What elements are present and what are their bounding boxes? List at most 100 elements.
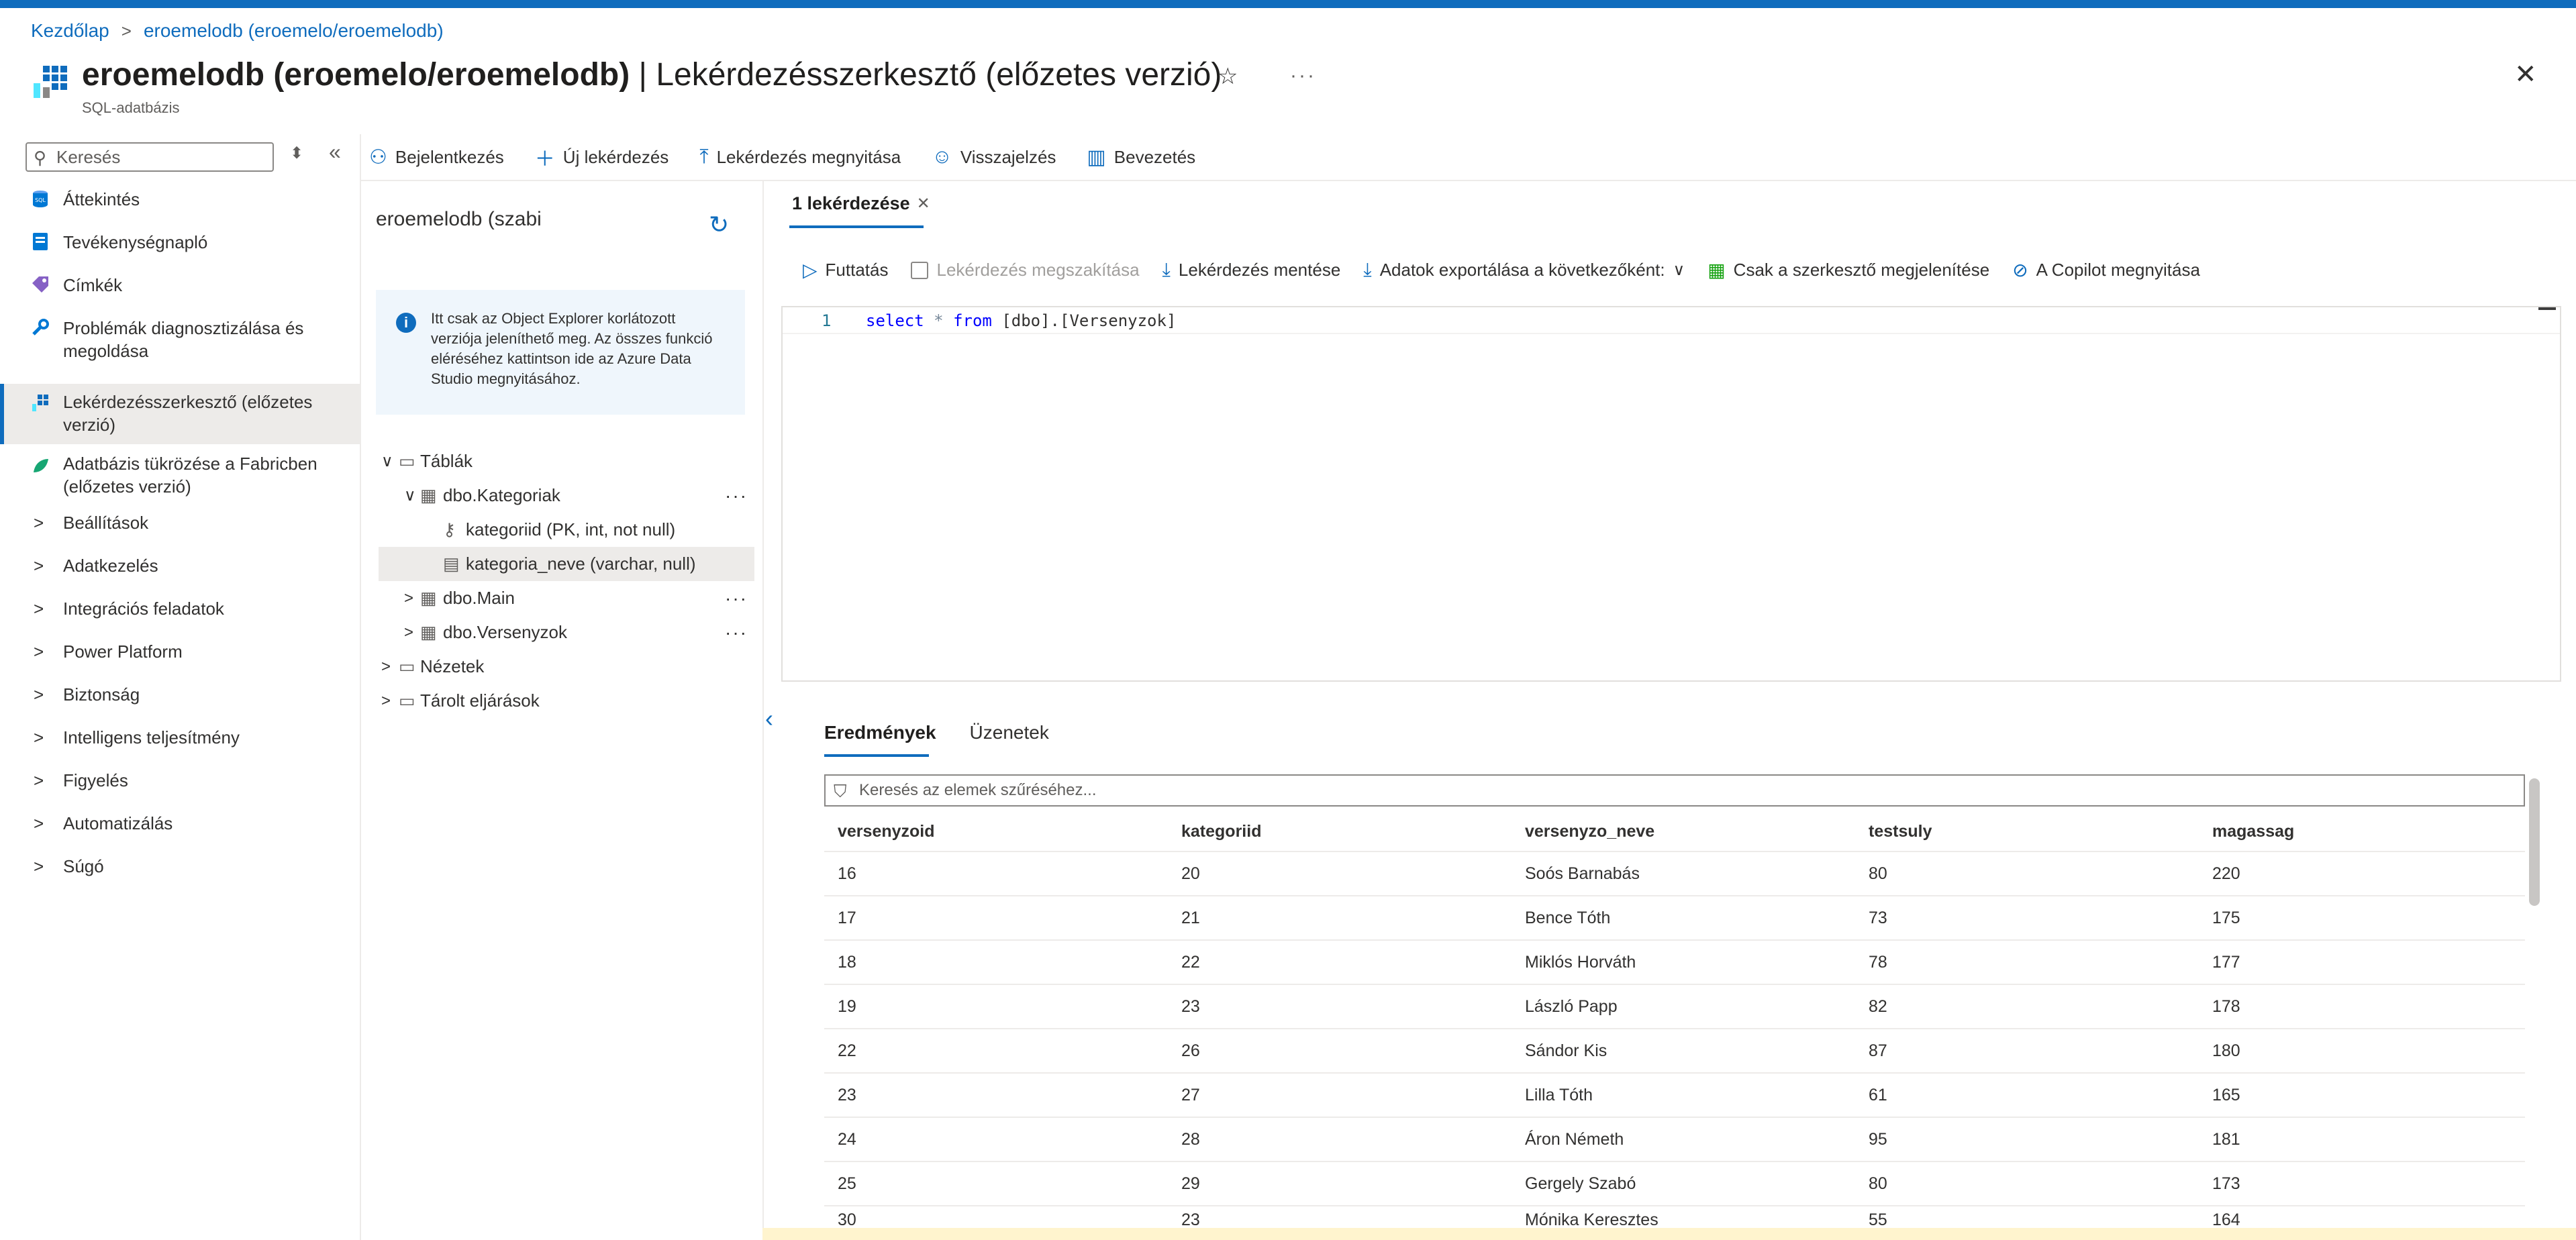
table-row[interactable]: 16 20 Soós Barnabás 80 220 (824, 852, 2525, 896)
run-button[interactable]: ▷ Futtatás (803, 259, 888, 281)
close-icon[interactable]: ✕ (2514, 59, 2537, 90)
column-header[interactable]: versenyzo_neve (1525, 812, 1654, 851)
tab-messages[interactable]: Üzenetek (970, 722, 1049, 743)
download-icon: ⤓ (1363, 259, 1372, 280)
nav-item-security[interactable]: > Biztonság (0, 683, 360, 726)
tree-node-column-kategoria-neve[interactable]: ▤ kategoria_neve (varchar, null) (379, 547, 754, 581)
results-scrollbar[interactable] (2529, 778, 2540, 906)
nav-item-label: Áttekintés (63, 189, 140, 209)
query-tab[interactable]: 1 lekérdezése ✕ (792, 193, 930, 214)
copilot-button[interactable]: ⊘ A Copilot megnyitása (2012, 259, 2200, 281)
stop-icon (911, 261, 929, 279)
login-button[interactable]: ⚇ Bejelentkezés (369, 146, 504, 169)
nav-item-label: Automatizálás (63, 813, 173, 833)
cancel-query-button[interactable]: Lekérdezés megszakítása (911, 260, 1140, 280)
activity-log-icon (33, 233, 48, 250)
favorite-star-icon[interactable]: ☆ (1218, 63, 1238, 90)
breadcrumb-current[interactable]: eroemelodb (eroemelo/eroemelodb) (144, 20, 444, 42)
table-row[interactable]: 25 29 Gergely Szabó 80 173 (824, 1162, 2525, 1206)
column-header[interactable]: magassag (2212, 812, 2294, 851)
table-row[interactable]: 22 26 Sándor Kis 87 180 (824, 1029, 2525, 1074)
nav-item-fabric-mirroring[interactable]: Adatbázis tükrözése a Fabricben (előzete… (0, 444, 360, 511)
tree-node-main[interactable]: > ▦ dbo.Main ··· (379, 581, 754, 615)
column-header[interactable]: testsuly (1869, 812, 1932, 851)
sort-icon[interactable]: ⬍ (290, 144, 303, 163)
nav-item-query-editor[interactable]: Lekérdezésszerkesztő (előzetes verzió) (0, 384, 360, 444)
folder-icon: ▭ (399, 690, 415, 711)
editor-toolbar: ▷ Futtatás Lekérdezés megszakítása ⤓ Lekér… (803, 259, 2200, 281)
chevron-right-icon: > (381, 691, 391, 710)
feedback-button[interactable]: ☺ Visszajelzés (932, 146, 1056, 168)
folder-icon: ▭ (399, 656, 415, 676)
open-query-button[interactable]: ⤒ Lekérdezés megnyitása (699, 146, 901, 168)
download-icon: ⤓ (1162, 259, 1171, 280)
more-options-icon[interactable]: ··· (1290, 64, 1316, 87)
table-row[interactable]: 24 28 Áron Németh 95 181 (824, 1118, 2525, 1162)
chevron-right-icon: > (34, 513, 44, 533)
nav-item-label: Súgó (63, 856, 104, 876)
tree-node-procedures[interactable]: > ▭ Tárolt eljárások (379, 684, 754, 718)
nav-item-label: Figyelés (63, 770, 128, 790)
nav-item-automation[interactable]: > Automatizálás (0, 812, 360, 855)
chevron-left-icon[interactable]: ‹ (765, 705, 773, 733)
feedback-icon: ☺ (932, 146, 952, 168)
tree-node-tables[interactable]: ∨ ▭ Táblák (379, 444, 754, 478)
chevron-right-icon: > (34, 770, 44, 790)
nav-item-settings[interactable]: > Beállítások (0, 511, 360, 554)
nav-item-diagnose[interactable]: Problémák diagnosztizálása és megoldása (0, 317, 360, 384)
query-tab-underline (789, 225, 924, 228)
results-tab-underline (824, 754, 929, 757)
play-icon: ▷ (803, 260, 818, 280)
save-query-button[interactable]: ⤓ Lekérdezés mentése (1162, 259, 1341, 281)
table-row[interactable]: 19 23 László Papp 82 178 (824, 985, 2525, 1029)
chevron-right-icon: > (34, 684, 44, 705)
new-query-button[interactable]: ＋ Új lekérdezés (535, 142, 669, 172)
editor-scroll-indicator (2538, 307, 2556, 310)
export-data-button[interactable]: ⤓ Adatok exportálása a következőként: ∨ (1363, 259, 1685, 281)
intro-button[interactable]: ▥ Bevezetés (1087, 146, 1195, 169)
breadcrumb-home[interactable]: Kezdőlap (31, 20, 109, 42)
object-tree: ∨ ▭ Táblák ∨ ▦ dbo.Kategoriak ··· ⚷ kate… (379, 444, 754, 718)
tree-node-views[interactable]: > ▭ Nézetek (379, 650, 754, 684)
tree-node-kategoriak[interactable]: ∨ ▦ dbo.Kategoriak ··· (379, 478, 754, 513)
nav-item-label: Integrációs feladatok (63, 599, 224, 619)
table-row[interactable]: 18 22 Miklós Horváth 78 177 (824, 941, 2525, 985)
table-row[interactable]: 17 21 Bence Tóth 73 175 (824, 896, 2525, 941)
fabric-icon (34, 459, 48, 472)
code-editor[interactable]: 1 select * from [dbo].[Versenyzok] (781, 306, 2561, 682)
refresh-icon[interactable]: ↻ (709, 211, 729, 239)
column-header[interactable]: versenyzoid (838, 812, 935, 851)
nav-item-label: Problémák diagnosztizálása és megoldása (63, 318, 304, 361)
tree-node-column-kategoriid[interactable]: ⚷ kategoriid (PK, int, not null) (379, 513, 754, 547)
nav-item-power-platform[interactable]: > Power Platform (0, 640, 360, 683)
status-bar (762, 1228, 2576, 1240)
editor-only-button[interactable]: ▦ Csak a szerkesztő megjelenítése (1707, 259, 1989, 281)
nav-item-intelligent-performance[interactable]: > Intelligens teljesítmény (0, 726, 360, 769)
breadcrumb: Kezdőlap > eroemelodb (eroemelo/eroemelo… (31, 20, 444, 42)
tab-results[interactable]: Eredmények (824, 722, 936, 743)
info-icon: i (396, 313, 416, 333)
table-row[interactable]: 23 27 Lilla Tóth 61 165 (824, 1074, 2525, 1118)
chevron-down-icon: ∨ (381, 452, 393, 470)
collapse-nav-icon[interactable]: « (329, 140, 341, 164)
tree-node-versenyzok[interactable]: > ▦ dbo.Versenyzok ··· (379, 615, 754, 650)
nav-item-overview[interactable]: SQL Áttekintés (0, 188, 360, 231)
more-options-icon[interactable]: ··· (725, 622, 748, 643)
nav-item-monitoring[interactable]: > Figyelés (0, 769, 360, 812)
nav-item-data-management[interactable]: > Adatkezelés (0, 554, 360, 597)
nav-item-help[interactable]: > Súgó (0, 855, 360, 898)
nav-item-label: Adatkezelés (63, 556, 158, 576)
nav-item-integration[interactable]: > Integrációs feladatok (0, 597, 360, 640)
nav-list: SQL Áttekintés Tevékenységnapló Címkék P… (0, 188, 360, 898)
info-banner[interactable]: i Itt csak az Object Explorer korlátozot… (376, 290, 745, 415)
nav-item-activity-log[interactable]: Tevékenységnapló (0, 231, 360, 274)
column-icon: ▤ (443, 554, 460, 574)
nav-item-tags[interactable]: Címkék (0, 274, 360, 317)
close-tab-icon[interactable]: ✕ (917, 194, 930, 213)
more-options-icon[interactable]: ··· (725, 588, 748, 609)
results-filter-input[interactable]: ⛉ Keresés az elemek szűréséhez... (824, 774, 2525, 807)
column-header[interactable]: kategoriid (1181, 812, 1261, 851)
breadcrumb-separator-icon: > (121, 20, 132, 41)
nav-search-input[interactable]: ⚲ Keresés (26, 142, 274, 172)
more-options-icon[interactable]: ··· (725, 485, 748, 507)
